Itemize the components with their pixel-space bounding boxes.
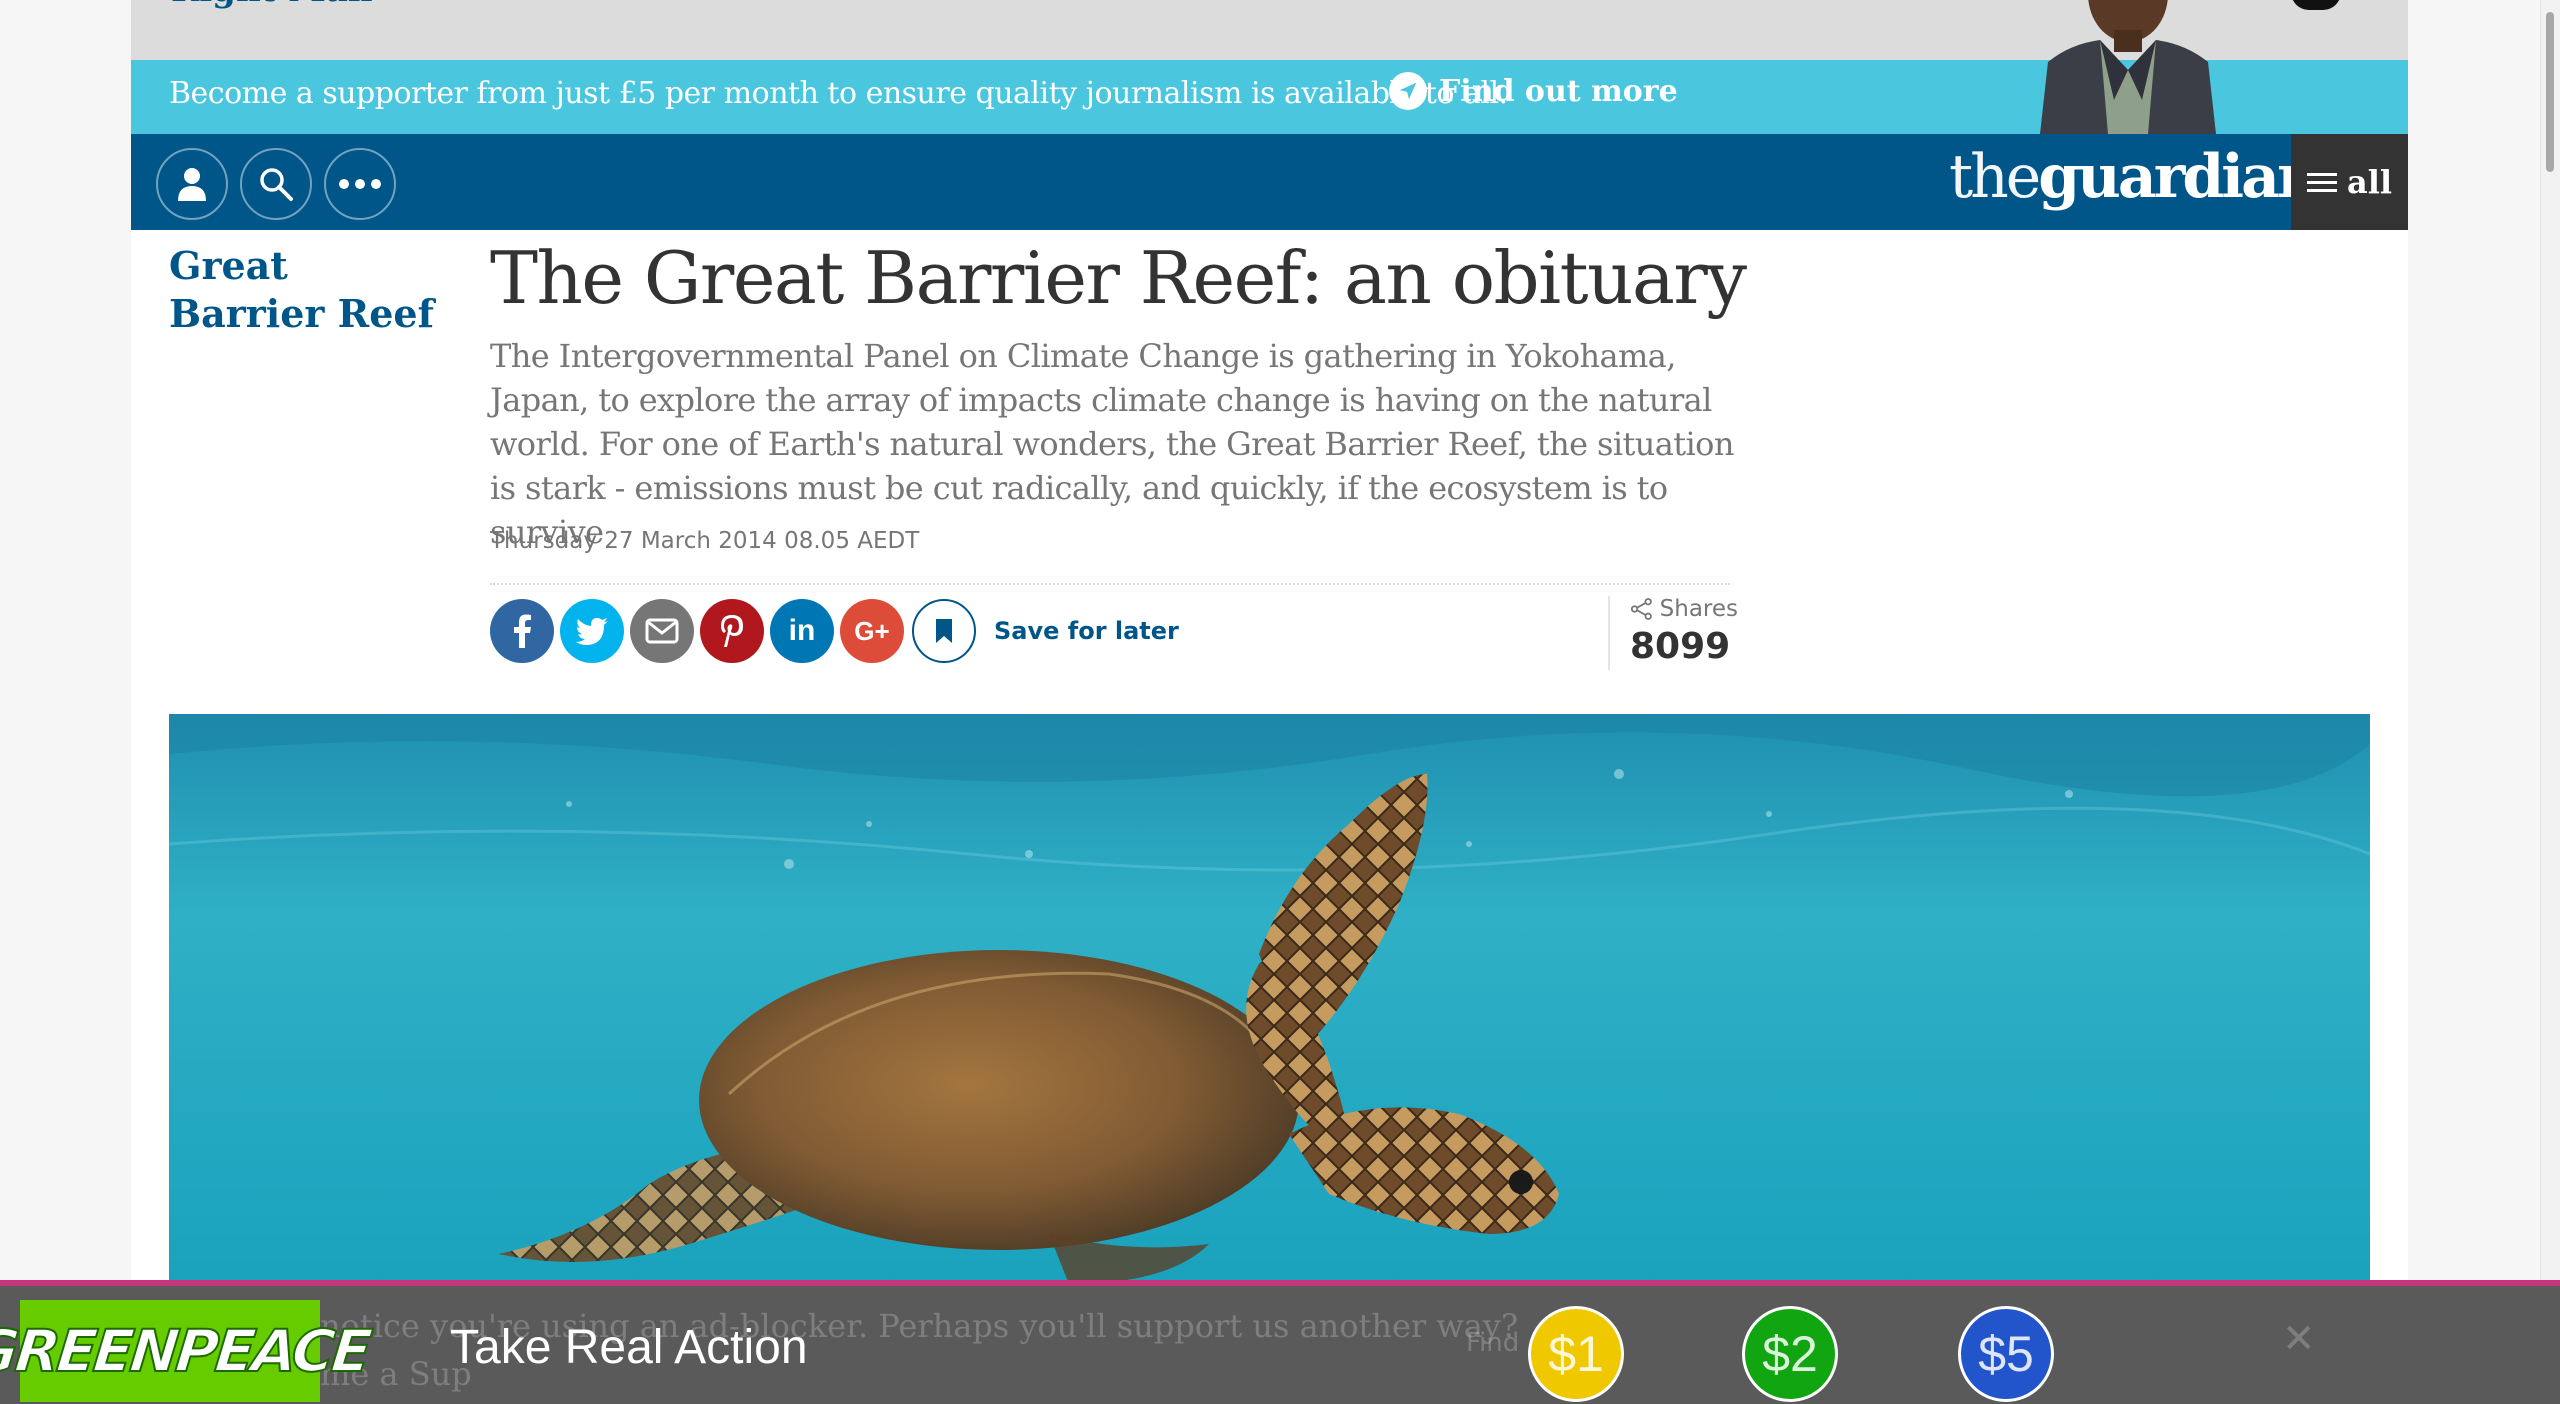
greenpeace-logo-text: GREENPEACE [0, 1316, 373, 1386]
save-for-later-button[interactable] [912, 599, 976, 663]
profile-button[interactable] [156, 148, 228, 220]
close-banner-icon[interactable]: ✕ [2282, 1316, 2316, 1362]
scrollbar-thumb[interactable] [2546, 12, 2554, 172]
twitter-icon [576, 618, 608, 645]
bottom-donation-banner: notice you're using an ad-blocker. Perha… [0, 1280, 2560, 1404]
page-background-right [2408, 0, 2560, 1404]
bookmark-icon [936, 619, 952, 643]
google-plus-icon: G+ [854, 615, 890, 646]
article-standfirst: The Intergovernmental Panel on Climate C… [490, 337, 1734, 551]
supporter-message: Become a supporter from just £5 per mont… [169, 76, 1508, 111]
take-real-action-headline[interactable]: Take Real Action [450, 1320, 808, 1375]
article-headline: The Great Barrier Reef: an obituary [490, 236, 1747, 320]
top-ad-graphic [2291, 0, 2341, 10]
scrollbar-track[interactable] [2540, 0, 2560, 1404]
search-icon [260, 168, 293, 201]
donate-5-button[interactable]: $5 [1958, 1306, 2054, 1402]
article-date: Thursday 27 March 2014 08.05 AEDT [490, 528, 920, 554]
adblock-find-ghost: Find [1466, 1328, 1520, 1358]
pinterest-icon [721, 615, 743, 647]
shares-count-value: 8099 [1630, 626, 1731, 667]
share-buttons: in G+ Save for later [490, 598, 1179, 664]
share-twitter-button[interactable] [560, 599, 624, 663]
share-email-button[interactable] [630, 599, 694, 663]
save-for-later-label[interactable]: Save for later [994, 617, 1179, 645]
donate-1-button[interactable]: $1 [1528, 1306, 1624, 1402]
supporter-ad-person-image [2030, 0, 2224, 134]
facebook-icon [514, 614, 531, 648]
user-icon [178, 168, 206, 201]
all-label: all [2346, 163, 2393, 201]
search-button[interactable] [240, 148, 312, 220]
linkedin-icon: in [788, 614, 816, 647]
share-icon [1630, 598, 1652, 620]
guardian-logo[interactable]: theguardian [1949, 142, 2321, 212]
logo-guardian: guardian [2038, 142, 2320, 212]
more-dots-icon [339, 179, 381, 189]
share-linkedin-button[interactable]: in [770, 599, 834, 663]
find-out-more-link[interactable]: Find out more [1389, 72, 1678, 110]
share-facebook-button[interactable] [490, 599, 554, 663]
share-count: Shares 8099 [1608, 596, 1738, 670]
hamburger-icon [2306, 168, 2337, 197]
all-sections-menu-button[interactable]: all [2291, 134, 2408, 230]
page-background-left [0, 0, 131, 1404]
paper-plane-icon [1389, 72, 1427, 110]
more-button[interactable] [324, 148, 396, 220]
logo-the: the [1949, 142, 2041, 212]
donate-2-button[interactable]: $2 [1742, 1306, 1838, 1402]
main-navigation: theguardian all [131, 134, 2408, 230]
hero-image [169, 714, 2370, 1284]
share-pinterest-button[interactable] [700, 599, 764, 663]
section-tag-link[interactable]: Great Barrier Reef [169, 242, 439, 338]
share-googleplus-button[interactable]: G+ [840, 599, 904, 663]
divider [490, 583, 1730, 585]
greenpeace-logo[interactable]: GREENPEACE [0, 1300, 373, 1402]
shares-label: Shares [1659, 596, 1738, 622]
find-out-more-label: Find out more [1439, 73, 1678, 109]
top-ad-text: Right Man [171, 0, 373, 10]
shares-label-row: Shares [1630, 596, 1738, 622]
email-icon [645, 618, 679, 644]
